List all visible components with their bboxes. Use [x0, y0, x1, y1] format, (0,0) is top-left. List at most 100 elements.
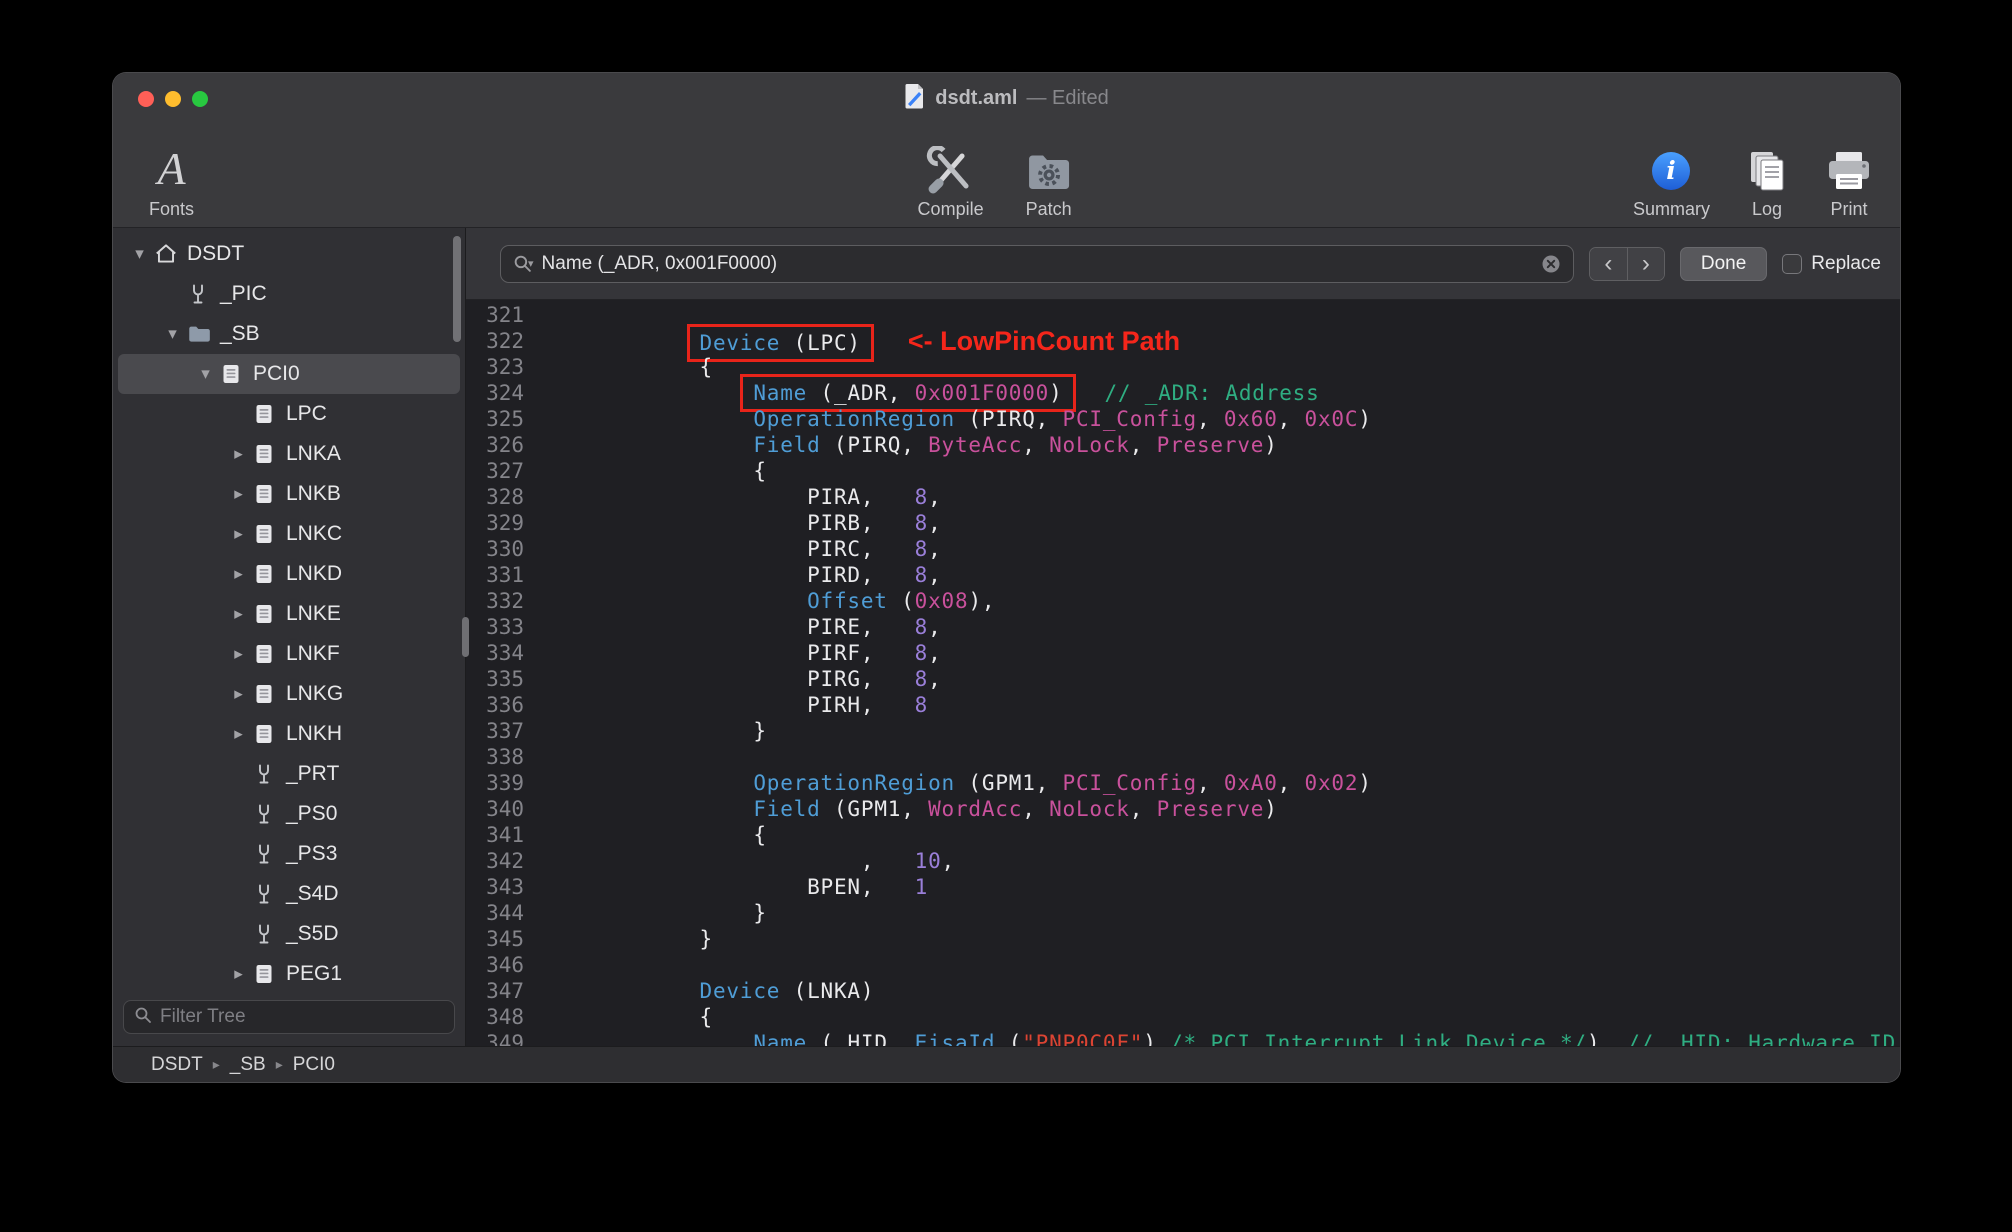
code-line: 322 Device (LPC) <- LowPinCount Path [466, 324, 1900, 362]
code-text: { [592, 822, 767, 848]
disclosure-closed-icon[interactable]: ▸ [225, 564, 252, 584]
replace-checkbox[interactable] [1782, 253, 1803, 274]
tree-item-_S5D[interactable]: _S5D [118, 914, 460, 954]
print-button[interactable]: Print [1824, 140, 1874, 227]
tree-item-_PS3[interactable]: _PS3 [118, 834, 460, 874]
tree-item-LNKC[interactable]: ▸ LNKC [118, 514, 460, 554]
toolbar-right-group: i Summary Log Print [1633, 140, 1874, 227]
tree-item-label: PEG1 [286, 962, 343, 985]
title-bar[interactable]: dsdt.aml — Edited [113, 73, 1900, 124]
fonts-button[interactable]: A Fonts [149, 140, 194, 227]
tree-item-LNKD[interactable]: ▸ LNKD [118, 554, 460, 594]
code-line: 335 PIRG, 8, [466, 666, 1900, 692]
code-segment: PCI_Config [1062, 771, 1197, 795]
zoom-button[interactable] [192, 90, 208, 107]
code-segment: { [592, 355, 713, 379]
close-button[interactable] [138, 90, 154, 107]
disclosure-closed-icon[interactable]: ▸ [225, 684, 252, 704]
code-segment: 0x0C [1304, 407, 1359, 431]
tree-item-LNKF[interactable]: ▸ LNKF [118, 634, 460, 674]
code-line: 334 PIRF, 8, [466, 640, 1900, 666]
disclosure-open-icon[interactable]: ▾ [192, 364, 219, 384]
code-segment: 8 [914, 511, 929, 535]
disclosure-closed-icon[interactable]: ▸ [225, 484, 252, 504]
tree-item-label: LNKG [286, 682, 344, 705]
find-next-button[interactable]: › [1626, 247, 1664, 280]
tree-item-LNKH[interactable]: ▸ LNKH [118, 714, 460, 754]
filter-field[interactable] [123, 1000, 455, 1034]
code-segment: "PNP0C0F" [1022, 1031, 1144, 1046]
code-segment: Preserve [1156, 433, 1265, 457]
tree-item-DSDT[interactable]: ▾ DSDT [118, 234, 460, 274]
code-line: 325 OperationRegion (PIRQ, PCI_Config, 0… [466, 406, 1900, 432]
tree-item-PCI0[interactable]: ▾ PCI0 [118, 354, 460, 394]
line-number: 321 [486, 303, 524, 327]
disclosure-open-icon[interactable]: ▾ [159, 324, 186, 344]
code-segment: ( [995, 1031, 1023, 1046]
code-editor[interactable]: 321 322 Device (LPC) <- LowPinCount Path 32… [466, 300, 1900, 1046]
tree-item-_SB[interactable]: ▾ _SB [118, 314, 460, 354]
splitter-handle[interactable] [462, 617, 469, 657]
tree-item-label: LNKH [286, 722, 343, 745]
tree-item-PEG1[interactable]: ▸ PEG1 [118, 954, 460, 992]
clear-search-icon[interactable] [1541, 254, 1561, 274]
tree-item-LNKG[interactable]: ▸ LNKG [118, 674, 460, 714]
disclosure-closed-icon[interactable]: ▸ [225, 964, 252, 984]
code-segment: ) [1358, 407, 1372, 431]
disclosure-closed-icon[interactable]: ▸ [225, 724, 252, 744]
patch-button[interactable]: Patch [1024, 140, 1074, 227]
breadcrumb-item[interactable]: DSDT [151, 1054, 203, 1076]
find-previous-button[interactable]: ‹ [1589, 247, 1627, 280]
disclosure-closed-icon[interactable]: ▸ [225, 604, 252, 624]
tree-item-LNKA[interactable]: ▸ LNKA [118, 434, 460, 474]
tree-item-label: LNKF [286, 642, 340, 665]
code-segment: // _ADR: Address [1104, 381, 1320, 405]
breadcrumb: DSDT ▸ _SB ▸ PCI0 [151, 1054, 335, 1076]
compile-icon [926, 140, 976, 194]
code-segment: PIRH, [592, 693, 915, 717]
toolbar-center-group: Compile Patch [918, 140, 1074, 227]
search-field[interactable]: ▾ [500, 244, 1574, 283]
compile-button[interactable]: Compile [918, 140, 984, 227]
find-input[interactable] [541, 252, 1533, 275]
tree-item-_PIC[interactable]: _PIC [118, 274, 460, 314]
code-text: PIRA, 8, [592, 484, 942, 510]
device-icon [252, 722, 282, 746]
document-title: dsdt.aml [935, 87, 1018, 109]
filter-tree-input[interactable] [160, 1006, 444, 1028]
disclosure-closed-icon[interactable]: ▸ [225, 524, 252, 544]
line-number: 341 [486, 823, 524, 847]
code-segment: { [592, 1005, 713, 1029]
folder-icon [186, 321, 216, 347]
code-segment: NoLock [1049, 433, 1130, 457]
disclosure-open-icon[interactable]: ▾ [126, 244, 153, 264]
code-segment: ) [1586, 1031, 1628, 1046]
minimize-button[interactable] [165, 90, 181, 107]
code-segment: // _HID: Hardware ID [1627, 1031, 1897, 1046]
method-icon [252, 802, 282, 826]
summary-button[interactable]: i Summary [1633, 140, 1710, 227]
sidebar-scrollbar-thumb[interactable] [453, 236, 461, 342]
tree-item-LNKB[interactable]: ▸ LNKB [118, 474, 460, 514]
breadcrumb-item[interactable]: _SB [230, 1054, 266, 1076]
search-menu-icon[interactable]: ▾ [513, 254, 534, 273]
line-number: 332 [486, 589, 524, 613]
log-button[interactable]: Log [1744, 140, 1790, 227]
disclosure-closed-icon[interactable]: ▸ [225, 444, 252, 464]
tree[interactable]: ▾ DSDT _PIC ▾ _SB ▾ PCI0 LPC ▸ LNKA ▸ LNKB ▸ LNKC ▸ LNK… [113, 228, 465, 992]
code-segment: OperationRegion [753, 771, 955, 795]
disclosure-closed-icon[interactable]: ▸ [225, 644, 252, 664]
done-button[interactable]: Done [1679, 246, 1768, 281]
line-number: 334 [486, 641, 524, 665]
tree-item-label: _S5D [286, 922, 339, 945]
code-segment: Name [753, 381, 808, 405]
tree-item-_PRT[interactable]: _PRT [118, 754, 460, 794]
replace-label: Replace [1811, 252, 1881, 274]
tree-item-_PS0[interactable]: _PS0 [118, 794, 460, 834]
tree-item-LNKE[interactable]: ▸ LNKE [118, 594, 460, 634]
breadcrumb-item[interactable]: PCI0 [293, 1054, 335, 1076]
code-text: Device (LPC) <- LowPinCount Path [592, 324, 1180, 362]
tree-item-_S4D[interactable]: _S4D [118, 874, 460, 914]
tree-item-LPC[interactable]: LPC [118, 394, 460, 434]
